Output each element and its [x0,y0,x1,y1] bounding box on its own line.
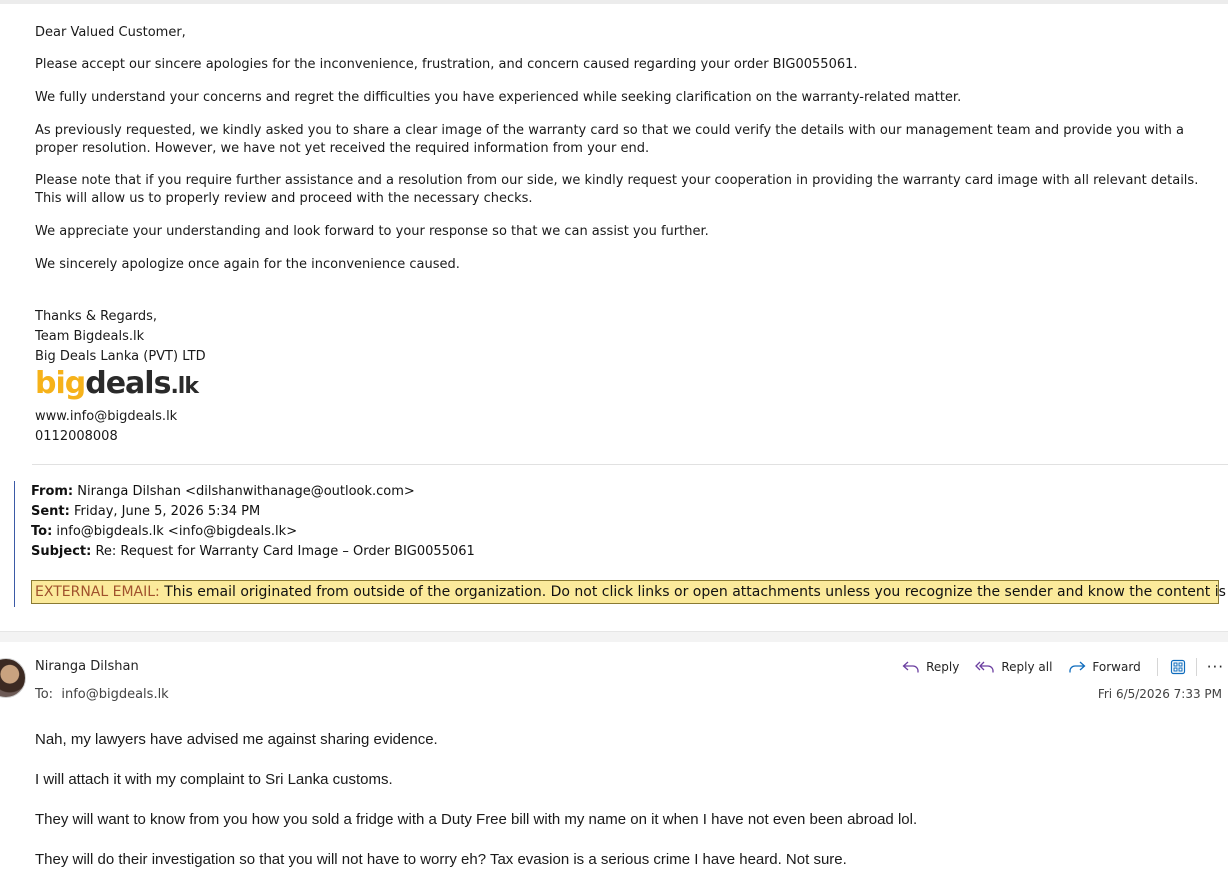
reply-all-icon [975,660,995,674]
quoted-from: From: Niranga Dilshan <dilshanwithanage@… [31,483,415,501]
message-actions: Reply Reply all Forward ··· [902,655,1228,679]
greeting: Dear Valued Customer, [35,25,186,40]
avatar[interactable] [0,658,26,698]
reply-all-label: Reply all [1001,660,1053,674]
divider [32,464,1228,465]
reply-label: Reply [926,660,960,674]
reply-line-2: I will attach it with my complaint to Sr… [35,771,393,788]
recipient-label: To: [35,687,54,702]
sent-label: Sent: [31,504,70,519]
paragraph-appreciate: We appreciate your understanding and loo… [35,224,709,239]
forward-button[interactable]: Forward [1068,660,1141,674]
forward-label: Forward [1092,660,1141,674]
reply-line-4: They will do their investigation so that… [35,851,847,868]
signature-website[interactable]: www.info@bigdeals.lk [35,408,177,426]
grid-view-icon [1170,659,1186,675]
subject-value: Re: Request for Warranty Card Image – Or… [95,544,475,559]
logo-deals: deals [85,366,171,401]
to-label: To: [31,524,53,539]
signature-company: Big Deals Lanka (PVT) LTD [35,349,206,364]
recipient-value[interactable]: info@bigdeals.lk [61,687,168,702]
sender-name[interactable]: Niranga Dilshan [35,658,139,676]
from-label: From: [31,484,74,499]
quote-bar [14,481,15,607]
external-email-banner: EXTERNAL EMAIL: This email originated fr… [31,580,1228,604]
reply-all-button[interactable]: Reply all [975,660,1052,674]
paragraph-cooperation: Please note that if you require further … [35,173,1199,206]
from-value: Niranga Dilshan <dilshanwithanage@outloo… [77,484,415,499]
sent-value: Friday, June 5, 2026 5:34 PM [74,504,261,519]
logo-lk: .lk [170,374,199,399]
paragraph-understand: We fully understand your concerns and re… [35,90,962,105]
to-value: info@bigdeals.lk <info@bigdeals.lk> [56,524,298,539]
signature-phone: 0112008008 [35,429,118,444]
reply-line-1: Nah, my lawyers have advised me against … [35,731,438,748]
reply-line-3: They will want to know from you how you … [35,811,918,828]
reply-button[interactable]: Reply [902,660,959,674]
signature-closing: Thanks & Regards, [35,309,158,324]
immersive-reader-button[interactable] [1170,659,1186,675]
signature-team: Team Bigdeals.lk [35,329,145,344]
actions-divider [1156,658,1158,676]
subject-label: Subject: [31,544,92,559]
forward-icon [1068,660,1086,674]
paragraph-apologize-again: We sincerely apologize once again for th… [35,257,460,272]
paragraph-apology: Please accept our sincere apologies for … [35,57,858,72]
logo-big: big [35,366,86,401]
quoted-to: To: info@bigdeals.lk <info@bigdeals.lk> [31,523,297,541]
recipient-line: To: info@bigdeals.lk [35,686,169,704]
actions-divider-2 [1195,658,1197,676]
paragraph-previous-request: As previously requested, we kindly asked… [35,123,1184,156]
external-text: This email originated from outside of th… [164,584,1228,600]
message-separator [0,631,1228,642]
reply-icon [902,660,920,674]
message-date: Fri 6/5/2026 7:33 PM [1097,687,1222,701]
quoted-subject: Subject: Re: Request for Warranty Card I… [31,543,475,561]
external-tag: EXTERNAL EMAIL: [35,584,160,600]
top-border [0,0,1228,4]
bigdeals-logo: bigdeals.lk [35,366,199,402]
more-options-icon[interactable]: ··· [1207,658,1224,676]
quoted-sent: Sent: Friday, June 5, 2026 5:34 PM [31,503,260,521]
